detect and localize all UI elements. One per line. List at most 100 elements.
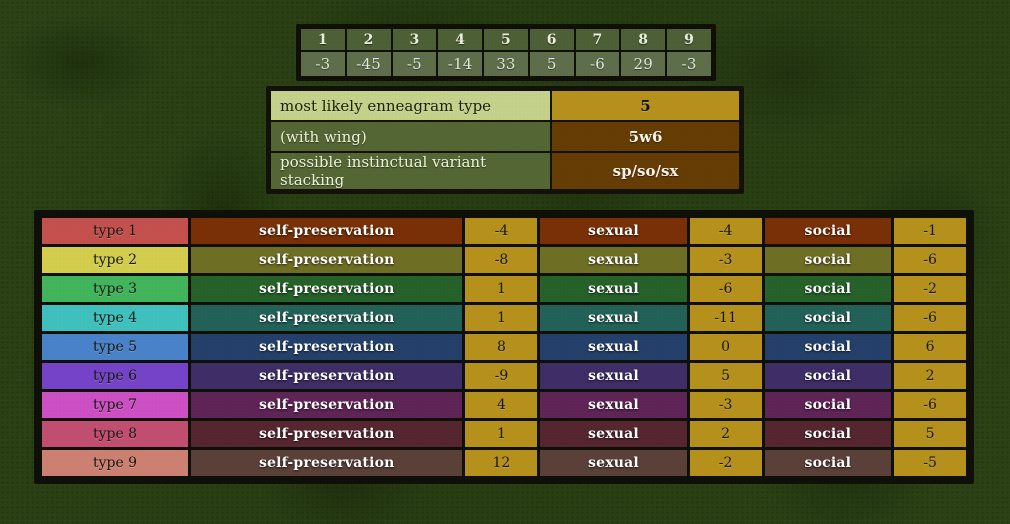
sexual-label-cell: sexual (540, 392, 687, 418)
summary-label: most likely enneagram type (271, 91, 550, 120)
score-value: -6 (575, 52, 620, 76)
enneagram-score-table: 1 2 3 4 5 6 7 8 9 -3 -45 -5 -14 33 5 -6 … (296, 24, 716, 81)
score-table-grid: 1 2 3 4 5 6 7 8 9 -3 -45 -5 -14 33 5 -6 … (299, 27, 713, 78)
social-label-cell: social (764, 305, 892, 331)
summary-value: 5 (552, 91, 739, 120)
score-type-header: 5 (484, 29, 528, 50)
score-value: -3 (301, 52, 345, 76)
type-label-cell: type 7 (42, 392, 189, 418)
type-label-cell: type 5 (42, 334, 189, 360)
social-score-cell: -6 (894, 247, 966, 273)
score-type-header: 2 (346, 29, 391, 50)
self-preservation-label-cell: self-preservation (191, 305, 463, 331)
type-label-cell: type 2 (42, 247, 189, 273)
social-score-cell: -5 (894, 450, 966, 476)
sexual-label-cell: sexual (540, 363, 687, 389)
social-label-cell: social (764, 218, 892, 244)
self-preservation-score-cell: 4 (465, 392, 538, 418)
social-label-cell: social (764, 276, 892, 302)
self-preservation-score-cell: -9 (465, 363, 538, 389)
self-preservation-score-cell: 1 (465, 305, 538, 331)
score-value: 33 (484, 52, 528, 76)
table-row: type 6 self-preservation -9 sexual 5 social 2 (42, 363, 966, 389)
summary-label: (with wing) (271, 122, 550, 151)
instinct-breakdown-table: type 1 self-preservation -4 sexual -4 social -… (34, 210, 974, 484)
score-type-header: 9 (667, 29, 711, 50)
sexual-label-cell: sexual (540, 247, 687, 273)
social-score-cell: -2 (894, 276, 966, 302)
score-type-header: 4 (438, 29, 483, 50)
sexual-label-cell: sexual (540, 276, 687, 302)
sexual-score-cell: -3 (689, 247, 762, 273)
type-label-cell: type 1 (42, 218, 189, 244)
self-preservation-label-cell: self-preservation (191, 247, 463, 273)
type-label-cell: type 4 (42, 305, 189, 331)
type-label-cell: type 8 (42, 421, 189, 447)
score-value-row: -3 -45 -5 -14 33 5 -6 29 -3 (301, 52, 711, 76)
score-type-header: 3 (392, 29, 437, 50)
score-value: -5 (392, 52, 437, 76)
social-score-cell: 5 (894, 421, 966, 447)
table-row: type 9 self-preservation 12 sexual -2 social -… (42, 450, 966, 476)
sexual-label-cell: sexual (540, 305, 687, 331)
self-preservation-score-cell: -4 (465, 218, 538, 244)
summary-table: most likely enneagram type 5 (with wing)… (266, 86, 744, 194)
social-label-cell: social (764, 363, 892, 389)
table-row: type 3 self-preservation 1 sexual -6 social -2 (42, 276, 966, 302)
summary-row-most-likely-type: most likely enneagram type 5 (271, 91, 739, 120)
table-row: type 7 self-preservation 4 sexual -3 social -6 (42, 392, 966, 418)
type-label-cell: type 3 (42, 276, 189, 302)
self-preservation-score-cell: 1 (465, 421, 538, 447)
score-value: -45 (346, 52, 391, 76)
social-label-cell: social (764, 421, 892, 447)
self-preservation-score-cell: 1 (465, 276, 538, 302)
self-preservation-label-cell: self-preservation (191, 392, 463, 418)
self-preservation-label-cell: self-preservation (191, 218, 463, 244)
sexual-score-cell: -6 (689, 276, 762, 302)
score-type-header: 1 (301, 29, 345, 50)
score-value: 29 (621, 52, 666, 76)
self-preservation-label-cell: self-preservation (191, 363, 463, 389)
social-score-cell: 6 (894, 334, 966, 360)
table-row: type 4 self-preservation 1 sexual -11 social -… (42, 305, 966, 331)
score-type-header: 6 (529, 29, 574, 50)
social-score-cell: -1 (894, 218, 966, 244)
score-value: 5 (529, 52, 574, 76)
sexual-score-cell: 5 (689, 363, 762, 389)
instinct-table-grid: type 1 self-preservation -4 sexual -4 social -… (39, 215, 969, 479)
table-row: type 5 self-preservation 8 sexual 0 social 6 (42, 334, 966, 360)
score-type-header: 8 (621, 29, 666, 50)
self-preservation-score-cell: 8 (465, 334, 538, 360)
summary-value: 5w6 (552, 122, 739, 151)
summary-value: sp/so/sx (552, 153, 739, 189)
sexual-label-cell: sexual (540, 421, 687, 447)
score-type-header: 7 (575, 29, 620, 50)
table-row: type 2 self-preservation -8 sexual -3 social -… (42, 247, 966, 273)
sexual-label-cell: sexual (540, 450, 687, 476)
score-value: -3 (667, 52, 711, 76)
summary-table-grid: most likely enneagram type 5 (with wing)… (269, 89, 741, 191)
social-label-cell: social (764, 247, 892, 273)
sexual-score-cell: -11 (689, 305, 762, 331)
self-preservation-label-cell: self-preservation (191, 450, 463, 476)
self-preservation-label-cell: self-preservation (191, 421, 463, 447)
type-label-cell: type 9 (42, 450, 189, 476)
social-score-cell: -6 (894, 392, 966, 418)
score-type-header-row: 1 2 3 4 5 6 7 8 9 (301, 29, 711, 50)
sexual-score-cell: -3 (689, 392, 762, 418)
self-preservation-score-cell: -8 (465, 247, 538, 273)
table-row: type 1 self-preservation -4 sexual -4 social -… (42, 218, 966, 244)
self-preservation-label-cell: self-preservation (191, 276, 463, 302)
social-score-cell: -6 (894, 305, 966, 331)
social-score-cell: 2 (894, 363, 966, 389)
sexual-score-cell: 2 (689, 421, 762, 447)
sexual-label-cell: sexual (540, 334, 687, 360)
social-label-cell: social (764, 392, 892, 418)
type-label-cell: type 6 (42, 363, 189, 389)
social-label-cell: social (764, 334, 892, 360)
summary-row-wing: (with wing) 5w6 (271, 122, 739, 151)
table-row: type 8 self-preservation 1 sexual 2 social 5 (42, 421, 966, 447)
sexual-score-cell: -2 (689, 450, 762, 476)
summary-label: possible instinctual variant stacking (271, 153, 550, 189)
self-preservation-label-cell: self-preservation (191, 334, 463, 360)
